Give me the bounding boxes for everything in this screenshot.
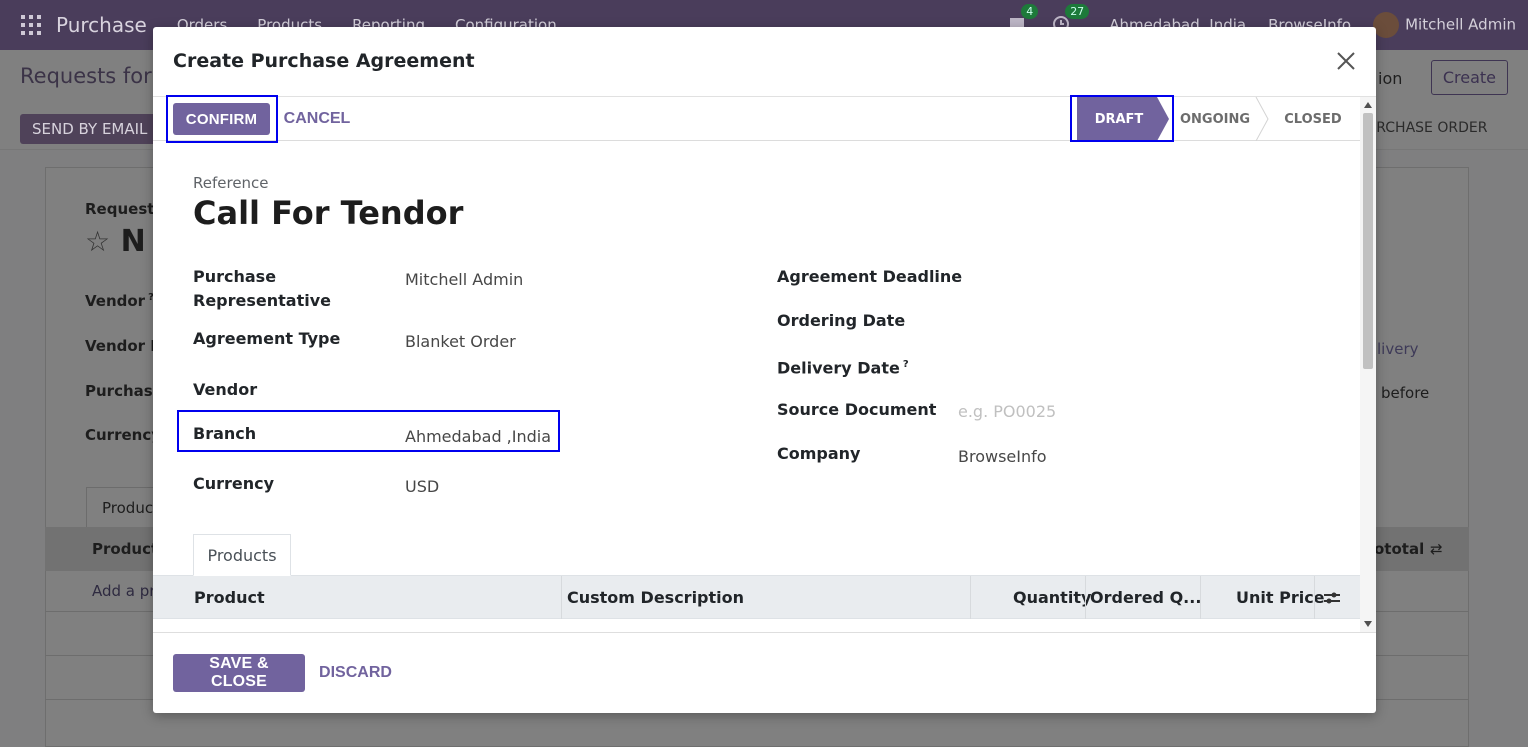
save-close-button[interactable]: SAVE & CLOSE xyxy=(173,654,305,692)
column-divider xyxy=(970,576,971,619)
create-button[interactable]: Create xyxy=(1430,60,1508,95)
column-divider xyxy=(1085,576,1086,619)
source-document-label: Source Document xyxy=(777,400,937,419)
bg-subtotal-column: ototal xyxy=(1374,540,1425,558)
star-icon[interactable]: ☆ xyxy=(85,225,110,258)
vendor-field[interactable] xyxy=(405,378,705,402)
scroll-thumb[interactable] xyxy=(1363,113,1373,369)
app-name[interactable]: Purchase xyxy=(56,13,147,37)
currency-label: Currency xyxy=(193,474,275,493)
currency-field[interactable]: USD xyxy=(405,475,439,499)
column-unit-price[interactable]: Unit Price xyxy=(1236,576,1325,619)
cancel-button[interactable]: CANCEL xyxy=(277,107,357,131)
column-ordered-quantity[interactable]: Ordered Q... xyxy=(1090,576,1201,619)
column-custom-description[interactable]: Custom Description xyxy=(567,576,744,619)
discard-button[interactable]: DISCARD xyxy=(313,661,398,685)
bg-delivery-fragment[interactable]: livery xyxy=(1377,340,1418,358)
column-settings-icon[interactable] xyxy=(1323,589,1341,611)
user-name: Mitchell Admin xyxy=(1405,15,1516,34)
ordering-date-field[interactable] xyxy=(958,309,1338,333)
delivery-date-label: Delivery Date? xyxy=(777,358,909,378)
bg-vendor-label: Vendor? xyxy=(85,292,154,310)
column-divider xyxy=(1200,576,1201,619)
company-field[interactable]: BrowseInfo xyxy=(958,445,1047,469)
scroll-down-arrow-icon[interactable] xyxy=(1364,621,1372,627)
ordering-date-label: Ordering Date xyxy=(777,311,906,330)
company-label: Company xyxy=(777,444,861,463)
bg-currency-label: Currency xyxy=(85,426,162,444)
modal-title: Create Purchase Agreement xyxy=(173,50,475,72)
column-quantity[interactable]: Quantity xyxy=(1013,576,1091,619)
stage-draft[interactable]: DRAFT xyxy=(1077,97,1161,141)
action-menu[interactable]: ion xyxy=(1378,69,1402,88)
send-by-email-button[interactable]: SEND BY EMAIL xyxy=(20,114,160,144)
scroll-up-arrow-icon[interactable] xyxy=(1364,102,1372,108)
purchase-representative-label: Purchase Representative xyxy=(193,267,331,310)
bg-request-label: Request xyxy=(85,200,155,218)
source-document-field[interactable]: e.g. PO0025 xyxy=(958,400,1056,424)
bg-record-name-fragment: N xyxy=(120,224,146,259)
purchase-representative-field[interactable]: Mitchell Admin xyxy=(405,268,523,292)
purchase-order-button[interactable]: URCHASE ORDER xyxy=(1366,120,1487,136)
reference-value[interactable]: Call For Tendor xyxy=(193,194,463,232)
bg-column-settings-icon[interactable]: ⇄ xyxy=(1430,540,1443,558)
branch-label: Branch xyxy=(193,424,257,443)
stage-ongoing[interactable]: ONGOING xyxy=(1173,97,1257,141)
agreement-deadline-label: Agreement Deadline xyxy=(777,267,963,286)
messages-badge: 4 xyxy=(1021,4,1039,19)
bg-products-tab[interactable]: Produc xyxy=(86,487,156,527)
modal-header: Create Purchase Agreement xyxy=(153,27,1376,97)
activities-badge: 27 xyxy=(1065,4,1090,19)
agreement-type-field[interactable]: Blanket Order xyxy=(405,330,516,354)
bg-before-fragment: before xyxy=(1381,384,1430,402)
confirm-button[interactable]: CONFIRM xyxy=(173,103,270,135)
status-bar: CONFIRM CANCEL DRAFT ONGOING CLOSED xyxy=(153,95,1360,143)
bg-purchase-label: Purchase xyxy=(85,382,163,400)
column-divider xyxy=(561,576,562,619)
reference-label: Reference xyxy=(193,174,269,192)
breadcrumb[interactable]: Requests for xyxy=(20,64,152,88)
column-product[interactable]: Product xyxy=(194,576,265,619)
lines-table-header: Product Custom Description Quantity Orde… xyxy=(153,576,1360,619)
delivery-date-field[interactable] xyxy=(958,353,1338,377)
avatar xyxy=(1373,12,1400,38)
help-icon[interactable]: ? xyxy=(903,359,909,370)
tab-products[interactable]: Products xyxy=(193,534,291,576)
create-purchase-agreement-dialog: Create Purchase Agreement CONFIRM CANCEL… xyxy=(153,27,1376,713)
branch-field[interactable]: Ahmedabad ,India xyxy=(405,425,551,449)
modal-footer: SAVE & CLOSE DISCARD xyxy=(153,632,1376,713)
vendor-label: Vendor xyxy=(193,380,258,399)
user-menu[interactable]: Mitchell Admin xyxy=(1373,12,1516,38)
agreement-deadline-field[interactable] xyxy=(958,265,1338,289)
modal-scrollbar[interactable] xyxy=(1360,97,1376,632)
bg-record-name: ☆ N xyxy=(85,224,146,259)
form-body: Reference Call For Tendor Purchase Repre… xyxy=(153,141,1360,632)
bg-vendor-ref-label: Vendor R xyxy=(85,337,162,355)
bg-product-column: Product xyxy=(92,540,159,558)
apps-grid-icon[interactable] xyxy=(21,15,41,35)
bg-add-product-link[interactable]: Add a pr xyxy=(92,582,155,600)
column-divider xyxy=(1314,576,1315,619)
close-icon[interactable] xyxy=(1334,49,1358,73)
agreement-type-label: Agreement Type xyxy=(193,329,341,348)
stage-closed[interactable]: CLOSED xyxy=(1273,97,1353,141)
